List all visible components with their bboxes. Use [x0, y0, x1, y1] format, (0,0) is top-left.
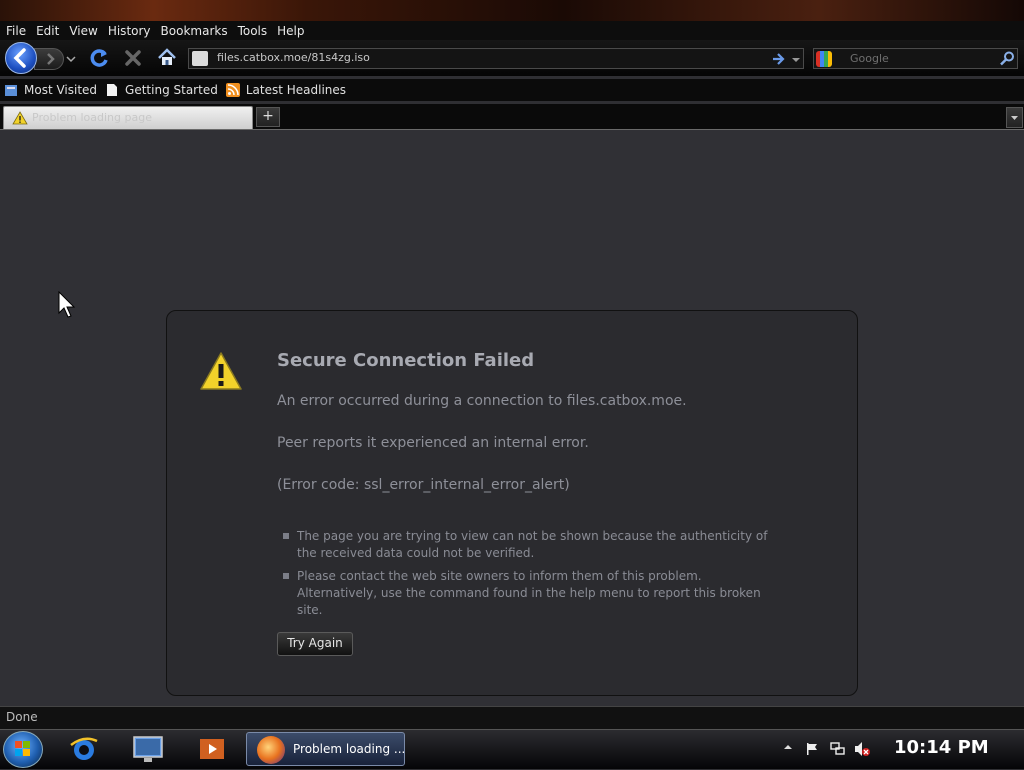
folder-icon: [5, 85, 17, 96]
taskbar-firefox-window[interactable]: Problem loading ...: [246, 732, 405, 766]
bookmark-label: Most Visited: [24, 83, 98, 97]
history-dropdown-icon[interactable]: [64, 52, 78, 66]
new-tab-button[interactable]: +: [256, 107, 280, 127]
bookmark-getting-started[interactable]: Getting Started: [105, 83, 218, 97]
windows-logo-icon: [15, 741, 30, 756]
taskbar-clock[interactable]: 10:14 PM: [894, 737, 989, 758]
bookmark-latest-headlines[interactable]: Latest Headlines: [225, 83, 347, 97]
go-arrow-icon[interactable]: [772, 53, 786, 65]
list-item: The page you are trying to view can not …: [283, 528, 783, 562]
menu-file[interactable]: File: [0, 24, 31, 38]
home-icon[interactable]: [155, 46, 179, 70]
url-history-dropdown-icon[interactable]: [791, 56, 801, 64]
search-placeholder[interactable]: Google: [850, 52, 889, 65]
forward-button[interactable]: [34, 48, 64, 70]
bookmark-most-visited[interactable]: Most Visited: [4, 83, 97, 97]
list-item: Please contact the web site owners to in…: [283, 568, 783, 619]
tab-list-button[interactable]: [1006, 107, 1023, 128]
chevron-down-icon: [1011, 116, 1018, 120]
internet-explorer-icon[interactable]: [68, 733, 100, 765]
error-message: An error occurred during a connection to…: [277, 393, 687, 409]
forward-arrow-icon: [47, 53, 55, 65]
desktop-wallpaper-strip: [0, 0, 1024, 22]
start-button[interactable]: [3, 731, 43, 768]
error-title: Secure Connection Failed: [277, 350, 535, 371]
menu-history[interactable]: History: [103, 24, 156, 38]
menu-tools[interactable]: Tools: [233, 24, 273, 38]
volume-muted-icon[interactable]: [853, 741, 871, 757]
firefox-icon: [257, 736, 285, 764]
error-code: (Error code: ssl_error_internal_error_al…: [277, 477, 570, 493]
page-icon: [192, 51, 208, 66]
tab-title: Problem loading page: [32, 111, 152, 124]
status-bar: Done: [0, 706, 1024, 729]
stop-icon[interactable]: [121, 46, 145, 70]
status-text: Done: [6, 710, 38, 724]
media-player-icon[interactable]: [196, 733, 228, 765]
menu-bookmarks[interactable]: Bookmarks: [156, 24, 233, 38]
search-box[interactable]: Google: [813, 48, 1018, 69]
taskbar-window-title: Problem loading ...: [293, 742, 406, 756]
back-arrow-icon: [13, 48, 26, 68]
bookmarks-toolbar: Most Visited Getting Started Latest Head…: [0, 79, 1024, 101]
warning-icon: [200, 352, 242, 390]
menu-help[interactable]: Help: [272, 24, 309, 38]
error-detail: Peer reports it experienced an internal …: [277, 435, 589, 451]
search-icon[interactable]: [1000, 51, 1015, 66]
back-button[interactable]: [5, 42, 37, 74]
error-suggestions: The page you are trying to view can not …: [283, 528, 783, 625]
error-panel: Secure Connection Failed An error occurr…: [166, 310, 858, 696]
show-hidden-icons-chevron-icon[interactable]: [783, 742, 793, 752]
try-again-button[interactable]: Try Again: [277, 632, 353, 656]
warning-icon: [12, 111, 28, 125]
menu-view[interactable]: View: [64, 24, 102, 38]
page-icon: [107, 84, 118, 96]
rss-feed-icon: [225, 83, 240, 97]
url-text[interactable]: files.catbox.moe/81s4zg.iso: [217, 51, 370, 64]
action-center-flag-icon[interactable]: [805, 742, 819, 756]
page-content: Secure Connection Failed An error occurr…: [0, 130, 1024, 706]
windows-taskbar: Problem loading ... 10:14 PM: [0, 729, 1024, 769]
menu-edit[interactable]: Edit: [31, 24, 64, 38]
mouse-cursor-icon: [58, 291, 76, 318]
tab-problem-loading[interactable]: Problem loading page: [3, 106, 253, 129]
address-bar[interactable]: files.catbox.moe/81s4zg.iso: [188, 48, 804, 69]
bookmark-label: Getting Started: [125, 83, 218, 97]
reload-icon[interactable]: [87, 46, 111, 70]
network-icon[interactable]: [830, 742, 846, 756]
tab-strip: Problem loading page +: [0, 104, 1024, 130]
bookmark-label: Latest Headlines: [245, 83, 347, 97]
google-icon[interactable]: [816, 51, 832, 67]
show-desktop-icon[interactable]: [132, 733, 164, 765]
menu-bar: File Edit View History Bookmarks Tools H…: [0, 21, 1024, 40]
